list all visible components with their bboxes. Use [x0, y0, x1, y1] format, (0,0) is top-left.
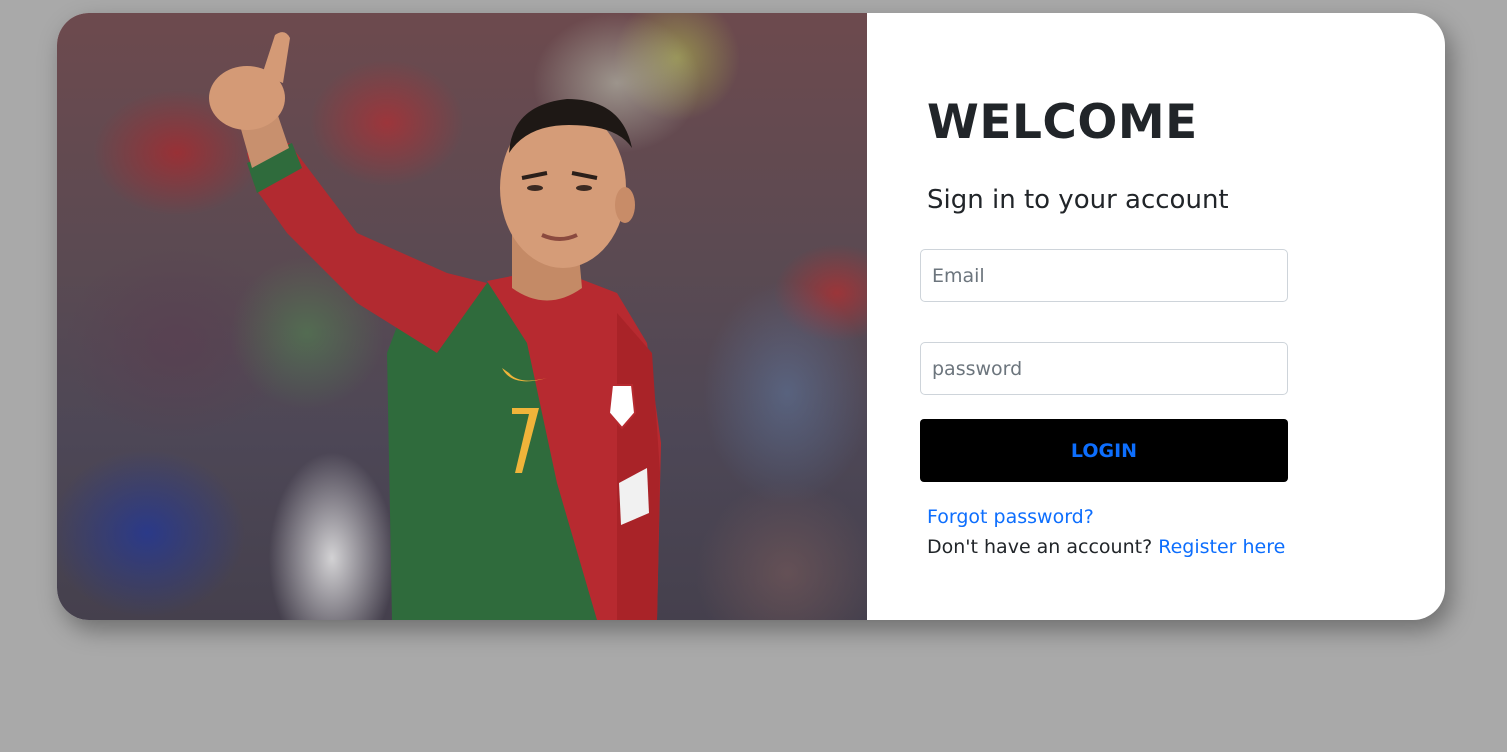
email-field[interactable] — [920, 249, 1288, 302]
login-form-panel: WELCOME Sign in to your account LOGIN Fo… — [867, 13, 1445, 620]
welcome-title: WELCOME — [927, 95, 1198, 150]
player-illustration — [209, 32, 661, 620]
no-account-text: Don't have an account? — [927, 536, 1153, 558]
player-ear — [615, 187, 635, 223]
login-card: WELCOME Sign in to your account LOGIN Fo… — [57, 13, 1445, 620]
password-field[interactable] — [920, 342, 1288, 395]
signin-subtitle: Sign in to your account — [927, 185, 1229, 215]
hero-photo — [57, 13, 867, 620]
player-thumb — [262, 32, 290, 83]
register-link[interactable]: Register here — [1158, 536, 1285, 558]
login-button[interactable]: LOGIN — [920, 419, 1288, 482]
jersey-right-sleeve — [617, 313, 660, 620]
register-prompt: Don't have an account? Register here — [927, 536, 1285, 558]
forgot-password-link[interactable]: Forgot password? — [927, 506, 1094, 528]
